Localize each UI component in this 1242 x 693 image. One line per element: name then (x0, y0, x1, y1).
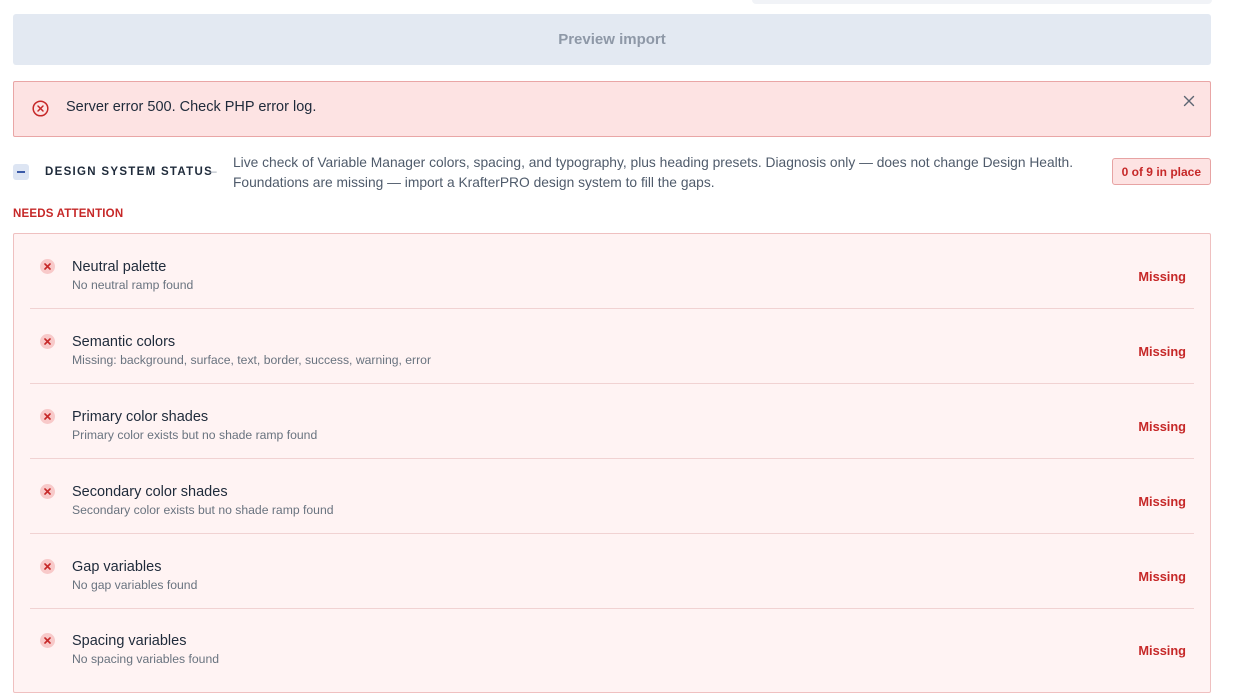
collapse-toggle-icon[interactable] (13, 164, 29, 180)
design-system-status-header: DESIGN SYSTEM STATUS – Live check of Var… (13, 150, 1211, 192)
close-icon (40, 559, 55, 574)
item-description: No spacing variables found (72, 652, 220, 666)
item-description: Secondary color exists but no shade ramp… (72, 503, 334, 517)
x-circle-icon (32, 100, 49, 117)
error-message: Server error 500. Check PHP error log. (66, 99, 317, 115)
close-icon (40, 259, 55, 274)
item-title: Spacing variables (72, 633, 187, 649)
title-separator: – (210, 164, 217, 178)
item-title: Semantic colors (72, 334, 176, 350)
item-description: Primary color exists but no shade ramp f… (72, 428, 318, 442)
section-title: DESIGN SYSTEM STATUS (45, 166, 214, 178)
needs-attention-heading: NEEDS ATTENTION (13, 208, 124, 220)
error-alert: Server error 500. Check PHP error log. (13, 81, 1211, 137)
close-icon (40, 334, 55, 349)
list-item: Neutral palette No neutral ramp found Mi… (30, 234, 1194, 309)
section-description: Live check of Variable Manager colors, s… (233, 155, 1074, 190)
needs-attention-list: Neutral palette No neutral ramp found Mi… (13, 233, 1211, 693)
close-icon (40, 484, 55, 499)
close-icon (40, 633, 55, 648)
item-status: Missing (1138, 419, 1186, 434)
item-status: Missing (1138, 494, 1186, 509)
top-panel-edge (752, 0, 1212, 4)
item-title: Primary color shades (72, 409, 209, 425)
item-status: Missing (1138, 344, 1186, 359)
list-item: Secondary color shades Secondary color e… (30, 459, 1194, 534)
preview-import-button[interactable]: Preview import (13, 14, 1211, 65)
item-title: Secondary color shades (72, 484, 228, 500)
item-description: No gap variables found (72, 578, 198, 592)
item-status: Missing (1138, 643, 1186, 658)
list-item: Primary color shades Primary color exist… (30, 384, 1194, 459)
item-title: Neutral palette (72, 259, 167, 275)
list-item: Semantic colors Missing: background, sur… (30, 309, 1194, 384)
close-icon[interactable] (1182, 94, 1196, 108)
item-status: Missing (1138, 569, 1186, 584)
close-icon (40, 409, 55, 424)
item-description: No neutral ramp found (72, 278, 194, 292)
list-item: Gap variables No gap variables found Mis… (30, 534, 1194, 609)
item-status: Missing (1138, 269, 1186, 284)
list-item: Spacing variables No spacing variables f… (30, 608, 1194, 683)
item-title: Gap variables (72, 559, 162, 575)
item-description: Missing: background, surface, text, bord… (72, 353, 432, 367)
status-badge: 0 of 9 in place (1111, 158, 1211, 185)
